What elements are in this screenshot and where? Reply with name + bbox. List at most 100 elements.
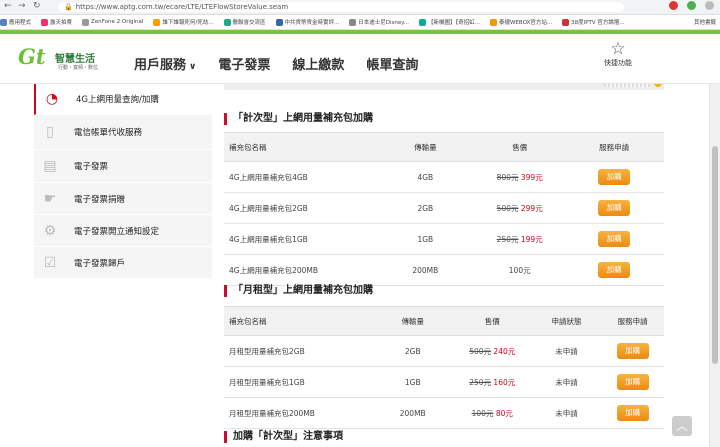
bookmark-item[interactable]: 38度IPTV 官方論壇... (562, 18, 625, 26)
table-header-row: 補充包名稱 傳輸量 售價 服務申請 (224, 132, 664, 162)
table-row: 月租型用量補充包2GB 2GB 500元 240元 未申請 加購 (224, 335, 664, 367)
sidebar-item-e-invoice[interactable]: ▤ 電子發票 (34, 150, 212, 183)
bookmark-item[interactable]: ZenFone 2 Original (82, 18, 143, 26)
sidebar-item-label: 電子發票歸戶 (74, 258, 126, 269)
section-title-notes: 加購「計次型」注意事項 (224, 431, 343, 443)
topup-table: 補充包名稱 傳輸量 售價 服務申請 4G上網用量補充包4GB 4GB 800元 … (224, 132, 664, 286)
add-on-button[interactable]: 加購 (598, 200, 631, 216)
logo-mark: Gt (18, 44, 46, 69)
lock-icon: 🔒 (64, 3, 73, 11)
plan-price: 250元 199元 (475, 223, 565, 255)
profile-icon[interactable] (705, 1, 714, 10)
sidebar-item-label: 電子發票開立通知設定 (74, 226, 160, 237)
sidebar-item-label: 4G上網用量查詢/加購 (76, 95, 159, 105)
sale-price: 240元 (493, 346, 516, 356)
bookmark-item[interactable]: 醫聯會交流區 (223, 18, 266, 26)
add-on-button[interactable]: 加購 (598, 169, 631, 185)
nav-online-payment[interactable]: 線上繳款 (292, 54, 344, 73)
sidebar-item-4g-usage[interactable]: ◔ 4G上網用量查詢/加購 (34, 84, 212, 115)
extension-icon[interactable] (687, 1, 696, 10)
old-price: 100元 (471, 408, 494, 418)
checklist-icon: ☑ (43, 254, 57, 271)
logo-brand: 智慧生活 (55, 54, 95, 65)
nav-user-service[interactable]: 用戶服務 ∨ (134, 54, 196, 73)
bookmarks-bar: 應用程式 露天拍賣 ZenFone 2 Original 誰下誰報死何/死劫..… (0, 15, 720, 30)
address-bar[interactable]: 🔒 https://www.aptg.com.tw/ecare/LTE/LTEFl… (58, 2, 624, 12)
forward-icon[interactable]: → (18, 1, 26, 11)
column-header: 申請狀態 (531, 306, 602, 336)
sidebar-item-e-invoice-donation[interactable]: ☛ 電子發票捐贈 (34, 183, 212, 215)
nav-bill-inquiry[interactable]: 帳單查詢 (366, 54, 418, 73)
sale-price: 80元 (495, 408, 513, 418)
reload-icon[interactable]: ↻ (33, 1, 41, 11)
column-header: 補充包名稱 (224, 132, 376, 162)
add-on-button[interactable]: 加購 (616, 405, 649, 421)
plan-name: 4G上網用量補充包200MB (224, 254, 376, 286)
add-on-button[interactable]: 加購 (616, 343, 649, 359)
old-price: 250元 (469, 377, 492, 387)
sidebar-item-e-invoice-carrier[interactable]: ☑ 電子發票歸戶 (34, 247, 212, 279)
site-logo[interactable]: Gt 智慧生活 行動・寬頻・數位 (18, 44, 98, 71)
status-dot-icon (654, 84, 662, 87)
page-scrollbar[interactable] (709, 84, 720, 447)
extension-icon[interactable] (669, 1, 678, 10)
plan-price: 500元 299元 (475, 192, 565, 224)
old-price: 500元 (496, 203, 519, 213)
browser-toolbar: ← → ↻ 🔒 https://www.aptg.com.tw/ecare/LTE… (0, 0, 720, 15)
bookmark-item[interactable]: 泰捷WEBOX官方站... (489, 18, 552, 26)
bookmark-item[interactable]: 露天拍賣 (41, 18, 72, 26)
main-nav: 用戶服務 ∨ 電子發票 線上繳款 帳單查詢 (134, 54, 440, 73)
bookmark-item[interactable]: 應用程式 (0, 18, 31, 26)
column-header: 售價 (452, 306, 532, 336)
plan-price: 500元 240元 (452, 335, 532, 367)
nav-e-invoice[interactable]: 電子發票 (218, 54, 270, 73)
sale-price: 399元 (520, 172, 543, 182)
table-row: 月租型用量補充包1GB 1GB 250元 160元 未申請 加購 (224, 366, 664, 398)
table-row: 月租型用量補充包200MB 200MB 100元 80元 未申請 加購 (224, 397, 664, 429)
plan-price: 800元 399元 (475, 161, 565, 193)
bookmark-item[interactable]: 【新機圖】【奇招虹... (418, 18, 480, 26)
table-row: 4G上網用量補充包2GB 2GB 500元 299元 加購 (224, 192, 664, 224)
old-price: 500元 (469, 346, 492, 356)
add-on-button[interactable]: 加購 (616, 374, 649, 390)
phone-icon: ▯ (46, 124, 54, 140)
table-header-row: 補充包名稱 傳輸量 售價 申請狀態 服務申請 (224, 306, 664, 336)
add-on-button[interactable]: 加購 (598, 231, 631, 247)
table-row: 4G上網用量補充包200MB 200MB 100元 加購 (224, 254, 664, 286)
bookmark-folder[interactable]: 其他書籤 (689, 18, 716, 26)
gear-icon: ⚙ (43, 222, 57, 239)
plan-name: 4G上網用量補充包4GB (224, 161, 376, 193)
scrollbar-thumb[interactable] (712, 146, 718, 364)
table-row: 4G上網用量補充包1GB 1GB 250元 199元 加購 (224, 223, 664, 255)
plan-name: 月租型用量補充包1GB (224, 366, 373, 398)
sidebar-item-label: 電信帳單代收服務 (74, 128, 143, 138)
favorites-button[interactable]: ☆ 快捷功能 (600, 40, 636, 68)
plan-volume: 2GB (375, 192, 476, 224)
bookmark-item[interactable]: 中共貨幣貨金時實評... (275, 18, 339, 26)
back-icon[interactable]: ← (4, 1, 12, 11)
old-price: 800元 (496, 172, 519, 182)
bookmark-item[interactable]: 誰下誰報死何/死劫... (153, 18, 214, 26)
favorites-label: 快捷功能 (604, 59, 632, 67)
usage-strip (224, 84, 664, 90)
back-to-top-button[interactable]: ︿ (672, 416, 692, 436)
monthly-table: 補充包名稱 傳輸量 售價 申請狀態 服務申請 月租型用量補充包2GB 2GB 5… (224, 306, 664, 429)
sidebar-item-billing-collection[interactable]: ▯ 電信帳單代收服務 (34, 115, 212, 150)
apply-status: 未申請 (531, 397, 602, 429)
column-header: 傳輸量 (375, 132, 476, 162)
apply-status: 未申請 (531, 366, 602, 398)
hand-icon: ☛ (43, 190, 57, 207)
column-header: 售價 (475, 132, 565, 162)
section-title-topup: 「計次型」上網用量補充包加購 (224, 113, 373, 125)
sidebar-item-e-invoice-notify[interactable]: ⚙ 電子發票開立通知設定 (34, 215, 212, 247)
chevron-up-icon: ︿ (675, 419, 688, 433)
plan-volume: 200MB (372, 397, 453, 429)
add-on-button[interactable]: 加購 (598, 262, 631, 278)
plan-volume: 1GB (372, 366, 453, 398)
table-row: 4G上網用量補充包4GB 4GB 800元 399元 加購 (224, 161, 664, 193)
column-header: 服務申請 (601, 306, 664, 336)
plan-name: 月租型用量補充包2GB (224, 335, 373, 367)
bookmark-item[interactable]: 日本迪士尼Disney... (349, 18, 409, 26)
apply-status: 未申請 (531, 335, 602, 367)
refresh-circle-icon: ◔ (45, 91, 59, 107)
